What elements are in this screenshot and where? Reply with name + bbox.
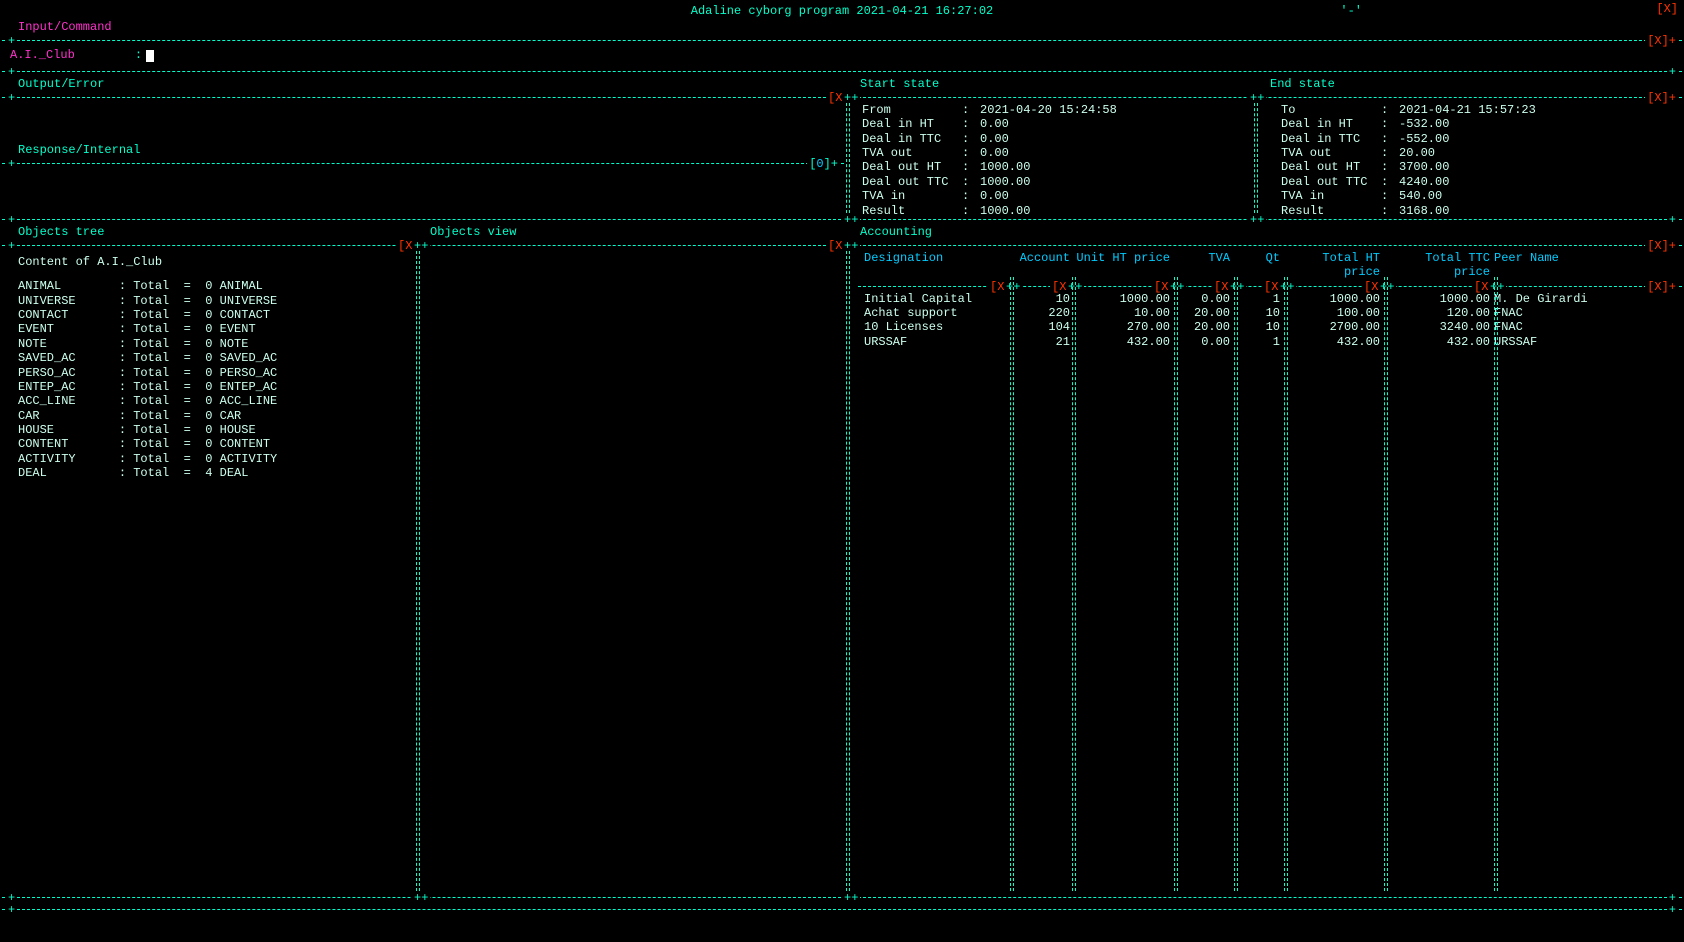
start-state-row: From:2021-04-20 15:24:58 — [862, 103, 1255, 117]
end-state-row: TVA in:540.00 — [1281, 189, 1674, 203]
prompt-label: A.I._Club — [10, 48, 75, 62]
tree-item[interactable]: CONTENT : Total = 0 CONTENT — [2, 437, 414, 451]
input-panel-title: Input/Command — [10, 20, 112, 34]
accounting-row[interactable]: URSSAF21432.000.001432.00432.00URSSAF — [858, 335, 1682, 349]
start-state-title: Start state — [852, 77, 939, 91]
accounting-title: Accounting — [852, 225, 932, 239]
end-state-row: Deal out HT:3700.00 — [1281, 160, 1674, 174]
tree-item[interactable]: PERSO_AC : Total = 0 PERSO_AC — [2, 366, 414, 380]
tree-item[interactable]: ACTIVITY : Total = 0 ACTIVITY — [2, 452, 414, 466]
tree-item[interactable]: DEAL : Total = 4 DEAL — [2, 466, 414, 480]
input-panel-header: Input/Command — [2, 20, 1682, 34]
col-designation: Designation — [862, 251, 1012, 280]
start-state-row: Deal out HT:1000.00 — [862, 160, 1255, 174]
tree-item[interactable]: SAVED_AC : Total = 0 SAVED_AC — [2, 351, 414, 365]
tree-item[interactable]: NOTE : Total = 0 NOTE — [2, 337, 414, 351]
start-state-row: Deal out TTC:1000.00 — [862, 175, 1255, 189]
objects-view-panel — [422, 251, 850, 891]
tree-item[interactable]: ANIMAL : Total = 0 ANIMAL — [2, 279, 414, 293]
accounting-headers: Designation Account Unit HT price TVA Qt… — [858, 251, 1682, 280]
col-peer: Peer Name — [1492, 251, 1602, 280]
objects-tree-title: Objects tree — [10, 225, 104, 239]
end-state-panel: To:2021-04-21 15:57:23Deal in HT:-532.00… — [1273, 103, 1682, 213]
start-state-row: Deal in HT:0.00 — [862, 117, 1255, 131]
accounting-row[interactable]: 10 Licenses104270.0020.00102700.003240.0… — [858, 320, 1682, 334]
tree-item[interactable]: UNIVERSE : Total = 0 UNIVERSE — [2, 294, 414, 308]
end-state-row: Deal in TTC:-552.00 — [1281, 132, 1674, 146]
col-tva: TVA — [1172, 251, 1232, 280]
app-title: Adaline cyborg program 2021-04-21 16:27:… — [691, 4, 993, 18]
start-state-row: Deal in TTC:0.00 — [862, 132, 1255, 146]
start-state-panel: From:2021-04-20 15:24:58Deal in HT:0.00D… — [854, 103, 1263, 213]
accounting-panel: Designation Account Unit HT price TVA Qt… — [858, 251, 1682, 891]
end-state-row: Deal in HT:-532.00 — [1281, 117, 1674, 131]
end-state-row: Deal out TTC:4240.00 — [1281, 175, 1674, 189]
tree-header: Content of A.I._Club — [2, 255, 414, 269]
corner-plus: + — [6, 34, 17, 48]
title-bar: Adaline cyborg program 2021-04-21 16:27:… — [2, 2, 1682, 20]
col-qt: Qt — [1232, 251, 1282, 280]
objects-view-title: Objects view — [422, 225, 516, 239]
response-panel — [2, 169, 844, 189]
command-prompt[interactable]: A.I._Club : — [2, 46, 1682, 64]
input-close-button[interactable]: [X]+ — [1645, 34, 1678, 48]
prompt-separator: : — [135, 48, 142, 62]
accounting-row[interactable]: Achat support22010.0020.0010100.00120.00… — [858, 306, 1682, 320]
output-panel: Response/Internal + [0]+ — [2, 103, 844, 213]
tree-item[interactable]: ACC_LINE : Total = 0 ACC_LINE — [2, 394, 414, 408]
col-unit-price: Unit HT price — [1072, 251, 1172, 280]
col-account: Account — [1012, 251, 1072, 280]
end-state-row: To:2021-04-21 15:57:23 — [1281, 103, 1674, 117]
tree-item[interactable]: HOUSE : Total = 0 HOUSE — [2, 423, 414, 437]
tree-item[interactable]: CONTACT : Total = 0 CONTACT — [2, 308, 414, 322]
output-panel-title: Output/Error — [10, 77, 104, 91]
start-state-row: TVA out:0.00 — [862, 146, 1255, 160]
cursor-icon — [146, 50, 154, 62]
tree-item[interactable]: EVENT : Total = 0 EVENT — [2, 322, 414, 336]
response-panel-title: Response/Internal — [10, 143, 140, 157]
objects-tree-panel: Content of A.I._Club ANIMAL : Total = 0 … — [2, 251, 414, 891]
title-quote: '-' — [1340, 4, 1362, 18]
tree-item[interactable]: CAR : Total = 0 CAR — [2, 409, 414, 423]
col-total-ht: Total HT price — [1282, 251, 1382, 280]
tree-item[interactable]: ENTEP_AC : Total = 0 ENTEP_AC — [2, 380, 414, 394]
start-state-row: TVA in:0.00 — [862, 189, 1255, 203]
col-total-ttc: Total TTC price — [1382, 251, 1492, 280]
end-state-title: End state — [1262, 77, 1335, 91]
end-state-row: TVA out:20.00 — [1281, 146, 1674, 160]
